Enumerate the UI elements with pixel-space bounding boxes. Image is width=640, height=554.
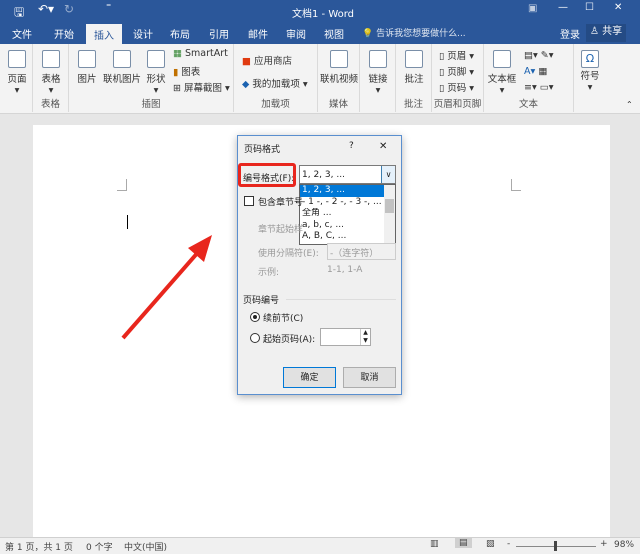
format-option[interactable]: A, B, C, ... xyxy=(300,231,384,243)
format-option[interactable]: 1, 2, 3, ... xyxy=(300,185,384,197)
cancel-button[interactable]: 取消 xyxy=(343,367,396,388)
language[interactable]: 中文(中国) xyxy=(124,540,167,553)
scrollbar-thumb[interactable] xyxy=(385,199,394,213)
start-at-label: 起始页码(A): xyxy=(263,335,316,345)
include-chapter-checkbox[interactable] xyxy=(244,196,254,206)
continue-radio[interactable] xyxy=(250,312,260,322)
chapter-style-label: 章节起始样 xyxy=(258,225,304,235)
status-bar: 第 1 页，共 1 页 0 个字 中文(中国) ▥ ▤ ▧ - + 98% xyxy=(0,537,640,554)
separator-value: -（连字符） xyxy=(330,249,379,259)
dropdown-scrollbar[interactable] xyxy=(384,185,395,244)
word-count[interactable]: 0 个字 xyxy=(86,540,113,553)
page-count[interactable]: 第 1 页，共 1 页 xyxy=(5,540,73,553)
continue-label: 续前节(C) xyxy=(263,314,304,324)
print-layout-icon[interactable]: ▤ xyxy=(455,538,472,548)
start-at-radio[interactable] xyxy=(250,333,260,343)
chevron-down-icon[interactable]: ∨ xyxy=(381,166,395,183)
numbering-group-label: 页码编号 xyxy=(243,296,280,306)
zoom-slider-thumb[interactable] xyxy=(554,541,557,551)
format-select[interactable]: 1, 2, 3, ... ∨ xyxy=(299,165,396,184)
format-option[interactable]: 全角 ... xyxy=(300,208,384,220)
highlight-box xyxy=(238,163,296,187)
start-at-input[interactable]: ▲ ▼ xyxy=(320,328,371,346)
format-option[interactable]: - 1 -, - 2 -, - 3 -, ... xyxy=(300,197,384,209)
zoom-in-button[interactable]: + xyxy=(600,539,608,549)
format-option[interactable]: a, b, c, ... xyxy=(300,220,384,232)
dialog-close-button[interactable]: ✕ xyxy=(379,141,387,152)
include-chapter-label: 包含章节号 xyxy=(258,198,304,208)
zoom-level[interactable]: 98% xyxy=(614,540,634,550)
radio-dot xyxy=(253,315,257,319)
separator-select[interactable]: -（连字符） xyxy=(327,243,396,260)
format-dropdown-list: 1, 2, 3, ... - 1 -, - 2 -, - 3 -, ... 全角… xyxy=(299,184,396,245)
web-layout-icon[interactable]: ▧ xyxy=(486,539,495,549)
read-mode-icon[interactable]: ▥ xyxy=(430,539,439,549)
separator-label: 使用分隔符(E): xyxy=(258,249,319,259)
arrow-shaft xyxy=(121,248,202,340)
dialog-title: 页码格式 xyxy=(244,145,281,155)
format-select-value: 1, 2, 3, ... xyxy=(302,170,345,180)
start-at-spinner[interactable]: ▲ ▼ xyxy=(360,329,370,345)
ok-button[interactable]: 确定 xyxy=(283,367,336,388)
zoom-out-button[interactable]: - xyxy=(507,539,510,549)
help-button[interactable]: ? xyxy=(349,141,354,151)
page-number-format-dialog: 页码格式 ? ✕ 编号格式(F): 1, 2, 3, ... ∨ 1, 2, 3… xyxy=(237,135,402,395)
example-value: 1-1, 1-A xyxy=(327,265,363,275)
example-label: 示例: xyxy=(258,268,280,278)
group-divider xyxy=(286,299,396,300)
